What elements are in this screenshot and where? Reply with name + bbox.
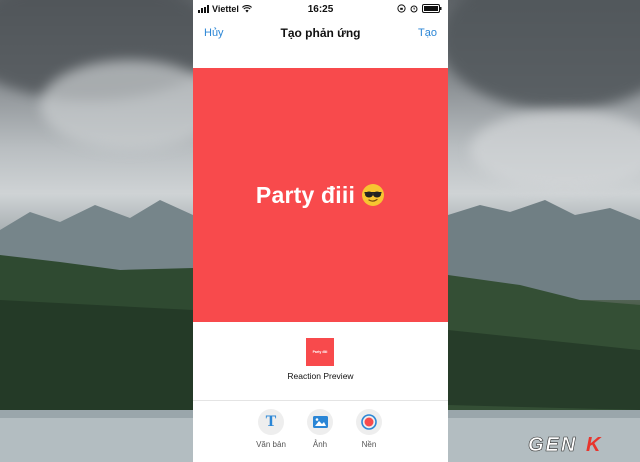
preview-area: Party điii Reaction Preview [193,322,448,400]
reaction-text: Party điii [255,181,356,208]
thumb-text: Party điii [312,350,328,354]
phone-screen: Viettel 16:25 Hủy Tạo phản ứng Tạo Party… [193,0,448,462]
reaction-card[interactable]: Party điii [193,68,448,322]
battery-icon [422,4,442,13]
background-icon [361,414,377,430]
tool-text-button[interactable]: T Văn bản [251,409,291,449]
sunglasses-emoji-icon [361,183,385,207]
genk-logo: GEN K [528,432,628,456]
tool-text-label: Văn bản [256,440,286,449]
alarm-icon [410,5,418,13]
svg-text:K: K [586,434,602,456]
reaction-preview-thumbnail[interactable]: Party điii [306,338,334,366]
create-button[interactable]: Tạo [418,27,437,39]
svg-text:GEN: GEN [528,434,577,456]
orientation-lock-icon [397,4,406,13]
nav-bar: Hủy Tạo phản ứng Tạo [193,19,448,49]
tool-background-label: Nền [361,440,377,449]
page-title: Tạo phản ứng [280,26,361,40]
tool-background-button[interactable]: Nền [349,409,389,449]
text-icon: T [265,413,277,430]
status-bar: Viettel 16:25 [193,0,448,19]
bottom-toolbar: T Văn bản Ảnh Nền [193,401,448,462]
preview-label: Reaction Preview [287,371,354,381]
tool-image-label: Ảnh [312,440,328,449]
tool-image-button[interactable]: Ảnh [300,409,340,449]
image-icon [312,416,328,428]
